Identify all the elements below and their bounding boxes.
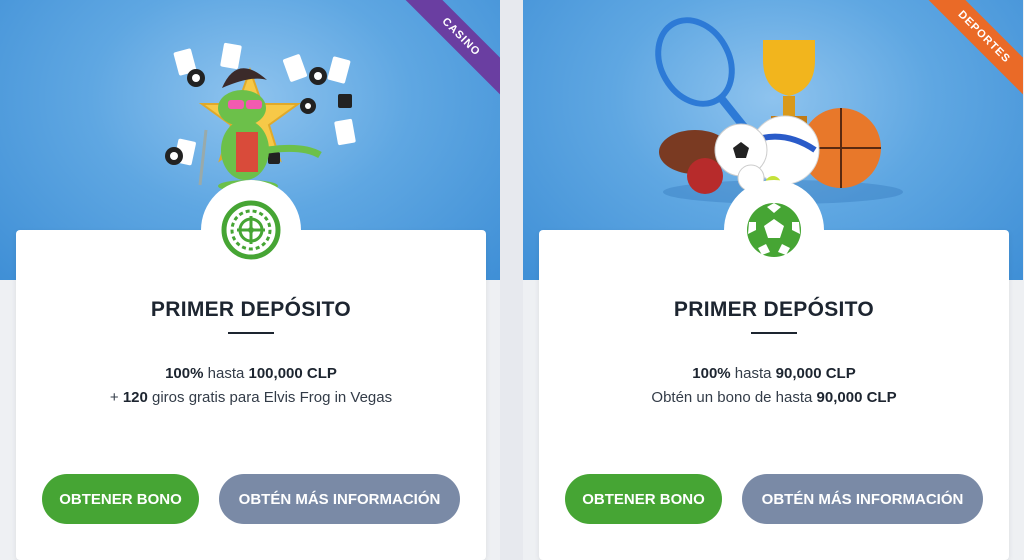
- bonus-description: 100% hasta 100,000 CLP + 120 giros grati…: [16, 362, 486, 410]
- bonus-line-1: 100% hasta 100,000 CLP: [165, 365, 337, 382]
- panel-gap: [500, 0, 523, 560]
- bonus-line-2: + 120 giros gratis para Elvis Frog in Ve…: [109, 389, 393, 406]
- bonus-description: 100% hasta 90,000 CLP Obtén un bono de h…: [539, 362, 1009, 410]
- casino-ribbon-corner: CASINO: [390, 0, 500, 110]
- bonus-card: PRIMER DEPÓSITO 100% hasta 100,000 CLP +…: [16, 180, 486, 560]
- card-icon-badge: [724, 180, 824, 280]
- soccer-ball-icon: [747, 203, 801, 257]
- card-title: PRIMER DEPÓSITO: [150, 298, 352, 321]
- bonus-line-1: 100% hasta 90,000 CLP: [692, 365, 856, 382]
- get-bonus-button[interactable]: OBTENER BONO: [565, 474, 722, 524]
- sports-ribbon-corner: DEPORTES: [913, 0, 1023, 110]
- category-ribbon: DEPORTES: [921, 0, 1023, 100]
- card-title: PRIMER DEPÓSITO: [673, 298, 875, 321]
- more-info-button[interactable]: OBTÉN MÁS INFORMACIÓN: [219, 474, 460, 524]
- title-underline: [751, 332, 797, 334]
- card-icon-badge: [201, 180, 301, 280]
- title-underline: [228, 332, 274, 334]
- casino-bonus-panel: CASINO PRIMER DEPÓSITO 100% hasta 100,00…: [0, 0, 500, 560]
- get-bonus-button[interactable]: OBTENER BONO: [42, 474, 199, 524]
- roulette-wheel-icon: [221, 200, 281, 260]
- bonus-line-2: Obtén un bono de hasta 90,000 CLP: [651, 389, 897, 406]
- sports-bonus-panel: DEPORTES PRIMER DEPÓSITO 100% hasta 90,0…: [523, 0, 1023, 560]
- bonus-card: PRIMER DEPÓSITO 100% hasta 90,000 CLP Ob…: [539, 180, 1009, 560]
- more-info-button[interactable]: OBTÉN MÁS INFORMACIÓN: [742, 474, 983, 524]
- category-ribbon: CASINO: [398, 0, 500, 100]
